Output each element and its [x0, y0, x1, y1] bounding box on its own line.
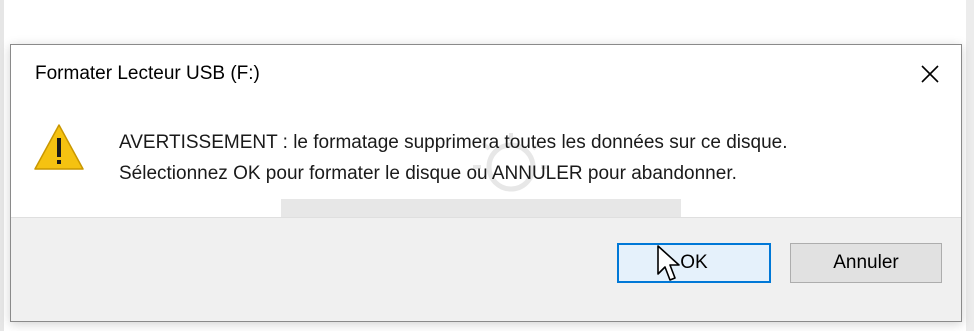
background-window-edge-right	[966, 0, 974, 331]
dialog-footer: OK Annuler	[11, 217, 961, 321]
warning-message: AVERTISSEMENT : le formatage supprimera …	[119, 127, 788, 189]
warning-message-line-2: Sélectionnez OK pour formater le disque …	[119, 163, 737, 184]
cancel-button-label: Annuler	[833, 252, 899, 273]
dialog-title: Formater Lecteur USB (F:)	[35, 63, 260, 84]
warning-triangle-icon	[34, 124, 84, 170]
dialog-body: AVERTISSEMENT : le formatage supprimera …	[11, 105, 961, 235]
dialog-titlebar[interactable]: Formater Lecteur USB (F:)	[11, 45, 961, 105]
close-button[interactable]	[911, 55, 949, 93]
background-window-edge	[0, 0, 4, 331]
ok-button[interactable]: OK	[617, 243, 771, 283]
close-icon	[921, 65, 939, 83]
warning-message-line-1: AVERTISSEMENT : le formatage supprimera …	[119, 132, 788, 153]
cancel-button[interactable]: Annuler	[790, 243, 942, 283]
format-dialog: Formater Lecteur USB (F:) AVERTISSEMENT …	[10, 44, 962, 322]
ok-button-label: OK	[680, 252, 708, 273]
